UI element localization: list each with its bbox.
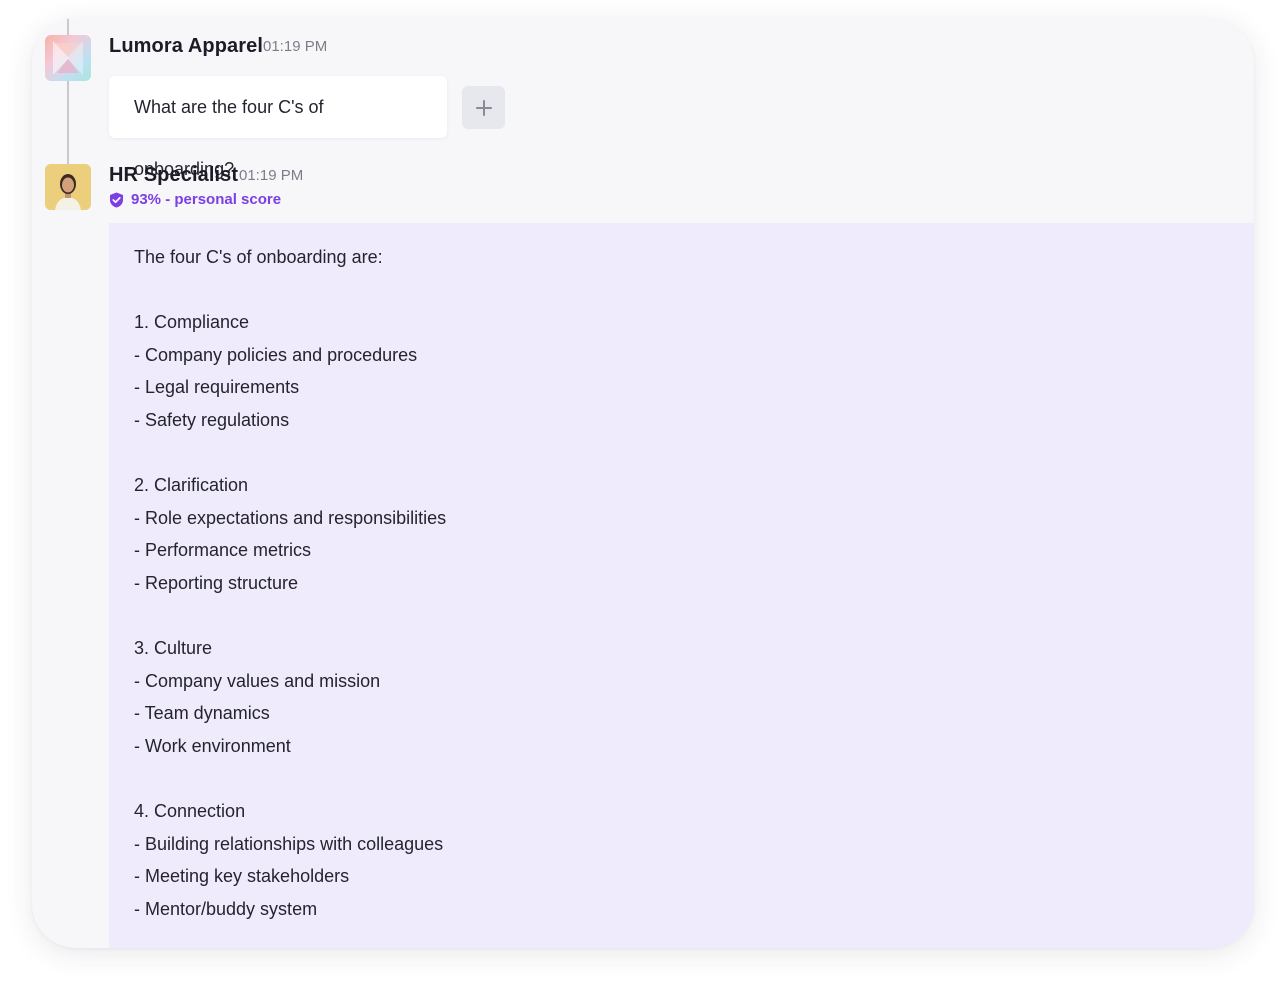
sender-name: Lumora Apparel <box>109 35 264 57</box>
plus-icon <box>475 99 492 116</box>
response-line: - Work environment <box>134 735 291 756</box>
message-time: 01:19 PM <box>239 167 304 184</box>
response-line: - Role expectations and responsibilities <box>134 507 447 528</box>
response-line: 3. Culture <box>134 638 213 659</box>
response-line: 4. Connection <box>134 801 246 822</box>
personal-score-badge: 93% - personal score <box>109 191 281 208</box>
response-line <box>134 763 1229 796</box>
response-line <box>134 274 1229 307</box>
message-time: 01:19 PM <box>263 38 328 55</box>
response-line: The four C's of onboarding are: <box>134 247 383 267</box>
hr-specialist-avatar <box>45 164 91 210</box>
response-line: - Building relationships with colleagues <box>134 833 444 854</box>
add-button[interactable] <box>462 86 505 129</box>
response-line: 1. Compliance <box>134 312 250 333</box>
user-message-bubble: What are the four C's of onboarding? <box>109 76 447 179</box>
response-line: - Legal requirements <box>134 377 300 398</box>
response-line: - Meeting key stakeholders <box>134 866 350 887</box>
sender-name: HR Specialist <box>109 164 239 186</box>
response-line: - Mentor/buddy system <box>134 898 318 919</box>
lumora-logo-avatar <box>45 35 91 81</box>
shield-check-icon <box>110 192 123 207</box>
response-line: - Reporting structure <box>134 572 299 593</box>
response-line: - Safety regulations <box>134 409 290 430</box>
personal-score-label: 93% - personal score <box>131 191 282 208</box>
response-line: - Performance metrics <box>134 540 312 561</box>
chat-thread: Lumora Apparel 01:19 PM What are the fou… <box>32 18 1254 948</box>
response-line <box>134 600 1229 633</box>
response-line: - Team dynamics <box>134 703 270 724</box>
response-line: - Company policies and procedures <box>134 344 418 365</box>
assistant-response-bubble: The four C's of onboarding are: 1. Compl… <box>109 223 1254 948</box>
response-line <box>134 437 1229 470</box>
response-line: 2. Clarification <box>134 475 249 496</box>
response-line: - Company values and mission <box>134 670 381 691</box>
